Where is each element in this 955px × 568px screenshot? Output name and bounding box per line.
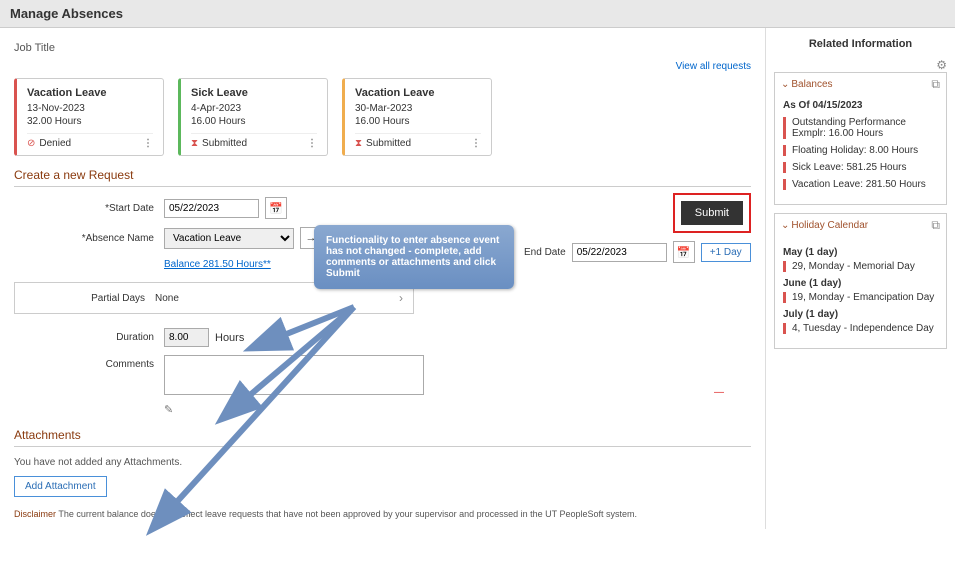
absence-cards: Vacation Leave 13-Nov-2023 32.00 Hours ⊘… bbox=[14, 78, 751, 156]
balances-panel: ⌄Balances ⧉ As Of 04/15/2023 Outstanding… bbox=[774, 72, 947, 205]
chevron-right-icon: › bbox=[399, 291, 403, 305]
holiday-item: 19, Monday - Emancipation Day bbox=[783, 292, 938, 303]
balances-as-of: As Of 04/15/2023 bbox=[783, 100, 938, 111]
card-date: 30-Mar-2023 bbox=[355, 103, 481, 114]
duration-value bbox=[164, 328, 209, 347]
spellcheck-icon[interactable]: ✎ bbox=[164, 403, 751, 416]
absence-name-label: *Absence Name bbox=[14, 233, 154, 244]
instruction-callout: Functionality to enter absence event has… bbox=[314, 225, 514, 289]
holiday-item: 29, Monday - Memorial Day bbox=[783, 261, 938, 272]
partial-days-label: Partial Days bbox=[25, 293, 145, 304]
card-date: 4-Apr-2023 bbox=[191, 103, 317, 114]
popout-icon[interactable]: ⧉ bbox=[931, 77, 940, 92]
divider bbox=[14, 446, 751, 447]
holiday-month: May (1 day) bbox=[783, 247, 938, 258]
hourglass-icon: ⧗ bbox=[191, 138, 198, 149]
request-form: Submit *Start Date 📅 End Date 📅 +1 Day *… bbox=[14, 197, 751, 416]
disclaimer: Disclaimer The current balance does not … bbox=[14, 509, 751, 519]
balances-heading: Balances bbox=[791, 79, 832, 90]
job-title-label: Job Title bbox=[14, 42, 751, 54]
card-title: Vacation Leave bbox=[27, 87, 153, 99]
balance-item: Vacation Leave: 281.50 Hours bbox=[783, 179, 938, 190]
holiday-panel: ⌄Holiday Calendar ⧉ May (1 day) 29, Mond… bbox=[774, 213, 947, 349]
balance-item: Sick Leave: 581.25 Hours bbox=[783, 162, 938, 173]
duration-unit: Hours bbox=[215, 332, 244, 344]
chevron-down-icon[interactable]: ⌄ bbox=[781, 220, 789, 231]
end-date-label: End Date bbox=[524, 247, 566, 258]
card-hours: 32.00 Hours bbox=[27, 116, 153, 127]
submit-highlight: Submit bbox=[673, 193, 751, 233]
view-all-row: View all requests bbox=[14, 60, 751, 72]
absence-card[interactable]: Sick Leave 4-Apr-2023 16.00 Hours ⧗ Submi… bbox=[178, 78, 328, 156]
add-attachment-button[interactable]: Add Attachment bbox=[14, 476, 107, 497]
create-request-heading: Create a new Request bbox=[14, 168, 751, 182]
card-hours: 16.00 Hours bbox=[191, 116, 317, 127]
calendar-icon[interactable]: 📅 bbox=[265, 197, 287, 219]
gear-icon[interactable]: ⚙ bbox=[774, 58, 947, 72]
disclaimer-text: The current balance does not reflect lea… bbox=[58, 509, 637, 519]
disclaimer-label: Disclaimer bbox=[14, 509, 56, 519]
holiday-item: 4, Tuesday - Independence Day bbox=[783, 323, 938, 334]
divider bbox=[14, 186, 751, 187]
balance-item: Outstanding Performance Exmplr: 16.00 Ho… bbox=[783, 117, 938, 139]
card-date: 13-Nov-2023 bbox=[27, 103, 153, 114]
no-attachments-text: You have not added any Attachments. bbox=[14, 457, 751, 468]
chevron-down-icon[interactable]: ⌄ bbox=[781, 79, 789, 90]
attachments-heading: Attachments bbox=[14, 428, 751, 442]
popout-icon[interactable]: ⧉ bbox=[931, 218, 940, 233]
card-status: Submitted bbox=[202, 138, 247, 149]
holiday-month: July (1 day) bbox=[783, 309, 938, 320]
end-date-input[interactable] bbox=[572, 243, 667, 262]
view-all-requests-link[interactable]: View all requests bbox=[676, 61, 751, 72]
card-actions-icon[interactable]: ⋮ bbox=[307, 138, 317, 149]
card-actions-icon[interactable]: ⋮ bbox=[471, 138, 481, 149]
start-date-input[interactable] bbox=[164, 199, 259, 218]
denied-icon: ⊘ bbox=[27, 138, 35, 149]
balance-link[interactable]: Balance 281.50 Hours** bbox=[164, 259, 271, 270]
card-actions-icon[interactable]: ⋮ bbox=[143, 138, 153, 149]
card-title: Vacation Leave bbox=[355, 87, 481, 99]
related-information-panel: Related Information ⚙ ⌄Balances ⧉ As Of … bbox=[765, 28, 955, 529]
calendar-icon[interactable]: 📅 bbox=[673, 241, 695, 263]
partial-days-value: None bbox=[155, 293, 399, 304]
duration-label: Duration bbox=[14, 332, 154, 343]
hourglass-icon: ⧗ bbox=[355, 138, 362, 149]
comments-label: Comments bbox=[14, 359, 154, 370]
related-info-title: Related Information bbox=[774, 38, 947, 50]
absence-name-select[interactable]: Vacation Leave bbox=[164, 228, 294, 249]
marker-icon: — bbox=[714, 387, 724, 398]
holiday-month: June (1 day) bbox=[783, 278, 938, 289]
submit-button[interactable]: Submit bbox=[681, 201, 743, 225]
plus-one-day-button[interactable]: +1 Day bbox=[701, 243, 751, 262]
card-title: Sick Leave bbox=[191, 87, 317, 99]
balance-item: Floating Holiday: 8.00 Hours bbox=[783, 145, 938, 156]
absence-card[interactable]: Vacation Leave 13-Nov-2023 32.00 Hours ⊘… bbox=[14, 78, 164, 156]
start-date-label: *Start Date bbox=[14, 203, 154, 214]
holiday-heading: Holiday Calendar bbox=[791, 220, 868, 231]
comments-textarea[interactable] bbox=[164, 355, 424, 395]
page-title: Manage Absences bbox=[0, 0, 955, 28]
card-hours: 16.00 Hours bbox=[355, 116, 481, 127]
card-status: Submitted bbox=[366, 138, 411, 149]
card-status: Denied bbox=[39, 138, 71, 149]
absence-card[interactable]: Vacation Leave 30-Mar-2023 16.00 Hours ⧗… bbox=[342, 78, 492, 156]
